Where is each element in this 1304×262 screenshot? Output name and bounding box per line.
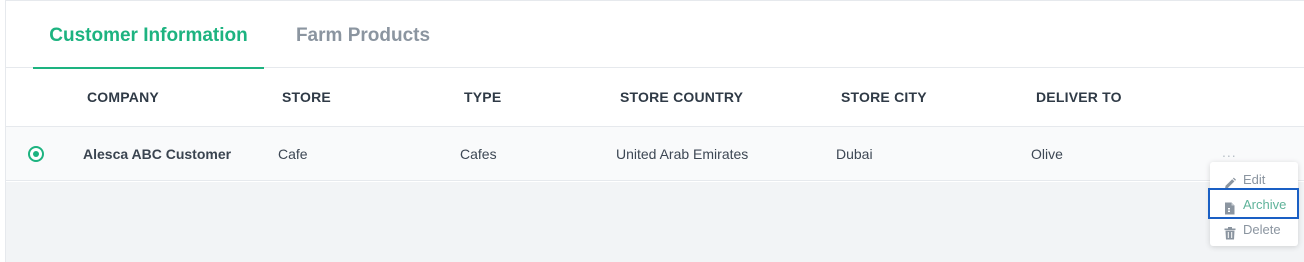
- archive-file-icon: [1224, 198, 1236, 215]
- menu-item-delete[interactable]: Delete: [1210, 217, 1298, 242]
- column-header-store-city[interactable]: STORE CITY: [841, 68, 927, 127]
- cell-store-country: United Arab Emirates: [616, 146, 749, 162]
- cell-store: Cafe: [278, 146, 308, 162]
- tab-bar: Customer Information Farm Products: [6, 1, 1304, 69]
- column-header-store[interactable]: STORE: [282, 68, 331, 127]
- menu-item-archive-label: Archive: [1243, 197, 1287, 212]
- cell-company: Alesca ABC Customer: [83, 146, 232, 162]
- trash-icon: [1224, 223, 1236, 240]
- menu-item-edit[interactable]: Edit: [1210, 167, 1298, 192]
- tab-customer-information[interactable]: Customer Information: [33, 1, 264, 69]
- column-header-store-country[interactable]: STORE COUNTRY: [620, 68, 743, 127]
- customer-panel: Customer Information Farm Products COMPA…: [5, 0, 1304, 262]
- menu-item-archive[interactable]: Archive: [1210, 192, 1298, 217]
- table-header: COMPANY STORE TYPE STORE COUNTRY STORE C…: [6, 68, 1304, 127]
- column-header-type[interactable]: TYPE: [464, 68, 501, 127]
- column-header-deliver-to[interactable]: DELIVER TO: [1036, 68, 1122, 127]
- row-select-radio[interactable]: [28, 146, 44, 162]
- tab-farm-products[interactable]: Farm Products: [266, 1, 460, 68]
- column-header-company[interactable]: COMPANY: [87, 68, 159, 127]
- row-actions-menu: Edit Archive Delete: [1210, 162, 1298, 246]
- menu-item-delete-label: Delete: [1243, 222, 1281, 237]
- cell-deliver-to: Olive: [1031, 146, 1063, 162]
- cell-store-city: Dubai: [836, 146, 873, 162]
- cell-type: Cafes: [460, 146, 497, 162]
- pencil-icon: [1224, 173, 1236, 189]
- menu-item-edit-label: Edit: [1243, 172, 1266, 187]
- table-empty-area: [6, 182, 1304, 262]
- table-row[interactable]: Alesca ABC Customer Cafe Cafes United Ar…: [6, 127, 1304, 181]
